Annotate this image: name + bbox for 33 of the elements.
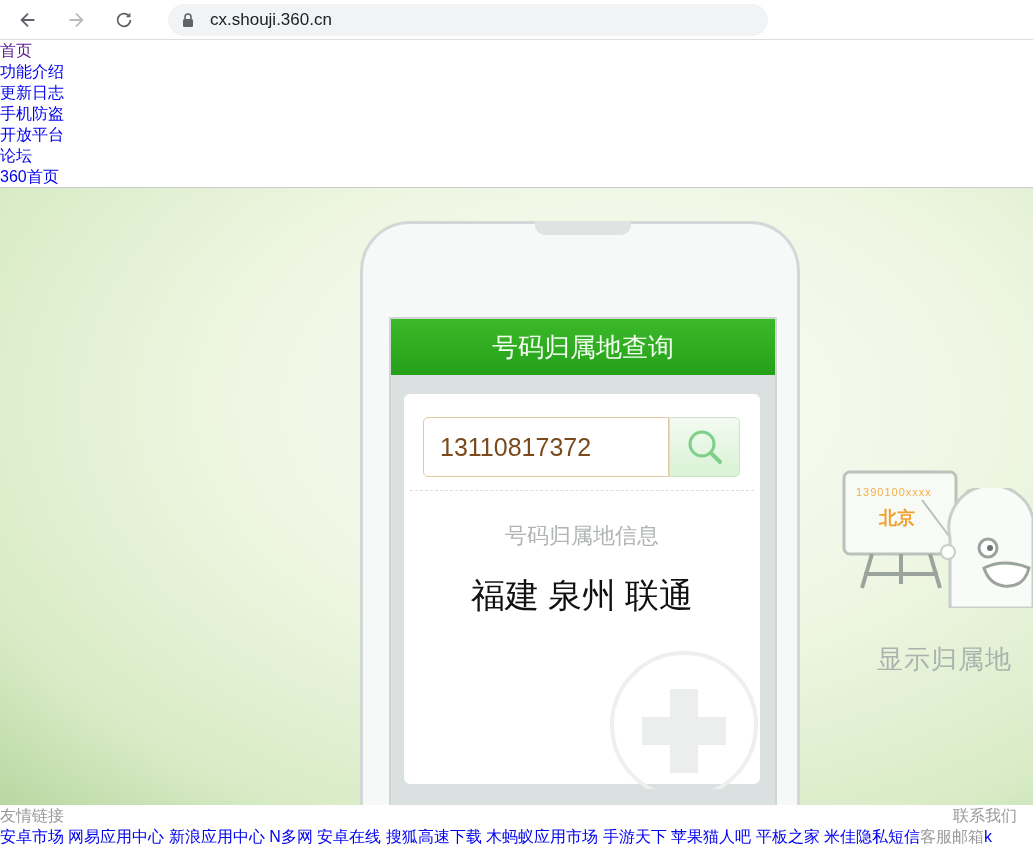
footer-link[interactable]: 安卓市场: [0, 828, 64, 845]
nav-link[interactable]: 更新日志: [0, 82, 64, 103]
contact-label: 联系我们: [953, 806, 1018, 826]
nav-link[interactable]: 360首页: [0, 166, 59, 187]
footer-link[interactable]: 苹果猫人吧: [671, 828, 752, 845]
footer-link[interactable]: 平板之家: [755, 828, 820, 845]
footer-link[interactable]: k: [984, 828, 993, 845]
nav-link[interactable]: 手机防盗: [0, 103, 64, 124]
url-text: cx.shouji.360.cn: [210, 8, 332, 31]
nav-link[interactable]: 首页: [0, 40, 32, 61]
lookup-title: 号码归属地查询: [492, 330, 674, 364]
promo-caption: 显示归属地: [877, 643, 1012, 676]
nav-link[interactable]: 开放平台: [0, 124, 64, 145]
footer-link[interactable]: N多网: [269, 828, 313, 845]
footer-link[interactable]: 米佳隐私短信: [824, 828, 921, 845]
footer-link[interactable]: 手游天下: [602, 828, 667, 845]
footer-link[interactable]: 木蚂蚁应用市场: [486, 828, 599, 845]
lock-icon: [182, 12, 194, 27]
phone-number-field[interactable]: 13110817372: [423, 417, 669, 477]
footer-link[interactable]: 网易应用中心: [68, 828, 165, 845]
footer-link[interactable]: 搜狐高速下载: [385, 828, 482, 845]
service-email-label: 客服邮箱: [920, 828, 985, 845]
location-result: 福建 泉州 联通: [470, 575, 694, 616]
info-label: 号码归属地信息: [505, 522, 659, 550]
nav-link[interactable]: 功能介绍: [0, 61, 64, 82]
nav-link[interactable]: 论坛: [0, 145, 32, 166]
footer-link[interactable]: 安卓在线: [317, 828, 382, 845]
board-number: 1390100xxxx: [856, 485, 932, 500]
friends-links-label: 友情链接: [0, 806, 64, 826]
plus-badge-icon: [608, 649, 760, 789]
address-bar[interactable]: cx.shouji.360.cn: [168, 3, 768, 36]
board-city: 北京: [879, 507, 915, 530]
footer-link[interactable]: 新浪应用中心: [168, 828, 265, 845]
